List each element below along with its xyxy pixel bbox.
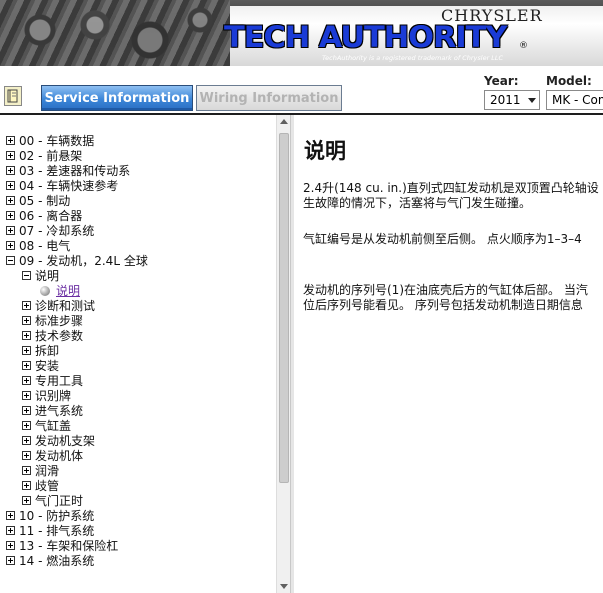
expand-icon[interactable] <box>6 136 15 145</box>
expand-icon[interactable] <box>6 241 15 250</box>
expand-icon[interactable] <box>6 541 15 550</box>
expand-icon[interactable] <box>6 151 15 160</box>
tree-item[interactable]: 02 - 前悬架 <box>6 148 82 163</box>
expand-icon[interactable] <box>6 181 15 190</box>
registered-mark: ® <box>519 41 528 51</box>
paragraph-line: 生故障的情况下，活塞将与气门发生碰撞。 <box>303 196 532 210</box>
expand-icon[interactable] <box>22 376 31 385</box>
tree-item[interactable]: 安装 <box>22 358 59 373</box>
navigation-tree: 00 - 车辆数据 02 - 前悬架 03 - 差速器和传动系 04 - 车辆快速参考… <box>0 115 276 593</box>
tree-item[interactable]: 10 - 防护系统 <box>6 508 94 523</box>
expand-icon[interactable] <box>22 301 31 310</box>
tree-item[interactable]: 04 - 车辆快速参考 <box>6 178 118 193</box>
tree-item[interactable]: 进气系统 <box>22 403 83 418</box>
model-label: Model: <box>546 74 592 88</box>
tree-item[interactable]: 识别牌 <box>22 388 71 403</box>
collapse-icon[interactable] <box>6 256 15 265</box>
year-value: 2011 <box>490 93 521 107</box>
trademark-note: TechAuthority is a registered trademark … <box>322 54 504 62</box>
expand-icon[interactable] <box>22 346 31 355</box>
expand-icon[interactable] <box>22 316 31 325</box>
tree-item[interactable]: 00 - 车辆数据 <box>6 133 94 148</box>
collapse-icon[interactable] <box>22 271 31 280</box>
expand-icon[interactable] <box>6 556 15 565</box>
tree-scrollbar[interactable] <box>276 115 290 593</box>
paragraph-line: 气缸编号是从发动机前侧至后侧。 点火顺序为1–3–4 <box>303 232 582 246</box>
tree-item[interactable]: 气门正时 <box>22 493 83 508</box>
scroll-up-icon[interactable] <box>280 119 288 124</box>
tree-item[interactable]: 说明 <box>22 268 59 283</box>
year-select[interactable]: 2011 <box>484 90 540 110</box>
paragraph-line: 2.4升(148 cu. in.)直列式四缸发动机是双顶置凸轮轴设 <box>303 181 599 195</box>
paragraph-firing-order: 气缸编号是从发动机前侧至后侧。 点火顺序为1–3–4 <box>303 232 582 247</box>
engine-photo <box>0 0 230 66</box>
year-label: Year: <box>484 74 519 88</box>
paragraph-engine-description: 2.4升(148 cu. in.)直列式四缸发动机是双顶置凸轮轴设 生故障的情况… <box>303 181 599 211</box>
expand-icon[interactable] <box>22 406 31 415</box>
expand-icon[interactable] <box>22 496 31 505</box>
tree-item[interactable]: 08 - 电气 <box>6 238 70 253</box>
expand-icon[interactable] <box>22 451 31 460</box>
scroll-thumb[interactable] <box>279 133 289 483</box>
tree-item[interactable]: 13 - 车架和保险杠 <box>6 538 118 553</box>
tree-item[interactable]: 09 - 发动机，2.4L 全球 <box>6 253 148 268</box>
tree-item[interactable]: 拆卸 <box>22 343 59 358</box>
paragraph-line: 位后序列号能看见。 序列号包括发动机制造日期信息 <box>303 298 583 312</box>
tree-item[interactable]: 说明 <box>40 283 80 298</box>
expand-icon[interactable] <box>22 481 31 490</box>
expand-icon[interactable] <box>6 166 15 175</box>
tree-item[interactable]: 歧管 <box>22 478 59 493</box>
content-pane: 说明 2.4升(148 cu. in.)直列式四缸发动机是双顶置凸轮轴设 生故障… <box>294 115 603 593</box>
tab-wiring-information[interactable]: Wiring Information <box>196 85 342 111</box>
tree-item[interactable]: 技术参数 <box>22 328 83 343</box>
expand-icon[interactable] <box>22 331 31 340</box>
tech-authority-logo: TECH AUTHORITY <box>224 20 507 54</box>
expand-icon[interactable] <box>6 211 15 220</box>
paragraph-line: 发动机的序列号(1)在油底壳后方的气缸体后部。 当汽 <box>303 283 588 297</box>
tree-item[interactable]: 发动机支架 <box>22 433 95 448</box>
tree-item[interactable]: 06 - 离合器 <box>6 208 82 223</box>
tree-item[interactable]: 14 - 燃油系统 <box>6 553 94 568</box>
chevron-down-icon <box>528 98 536 103</box>
tree-item[interactable]: 专用工具 <box>22 373 83 388</box>
model-select[interactable]: MK - Com <box>546 90 603 110</box>
tree-item[interactable]: 05 - 制动 <box>6 193 70 208</box>
page-title: 说明 <box>304 139 346 163</box>
expand-icon[interactable] <box>6 226 15 235</box>
document-bullet-icon <box>40 285 50 296</box>
expand-icon[interactable] <box>6 511 15 520</box>
expand-icon[interactable] <box>22 391 31 400</box>
toolbar: Service Information Wiring Information Y… <box>0 66 603 114</box>
tree-item[interactable]: 03 - 差速器和传动系 <box>6 163 130 178</box>
expand-icon[interactable] <box>22 436 31 445</box>
tree-item[interactable]: 标准步骤 <box>22 313 83 328</box>
tree-item[interactable]: 气缸盖 <box>22 418 71 433</box>
expand-icon[interactable] <box>6 196 15 205</box>
tree-item-label: 14 - 燃油系统 <box>19 554 95 568</box>
expand-icon[interactable] <box>22 466 31 475</box>
expand-icon[interactable] <box>6 526 15 535</box>
header-banner: CHRYSLER TECH AUTHORITY ® TechAuthority … <box>0 0 603 66</box>
book-glyph <box>7 89 18 103</box>
tree-item[interactable]: 11 - 排气系统 <box>6 523 94 538</box>
model-value: MK - Com <box>552 93 603 107</box>
expand-icon[interactable] <box>22 421 31 430</box>
tab-service-information[interactable]: Service Information <box>41 85 193 111</box>
expand-icon[interactable] <box>22 361 31 370</box>
tree-item[interactable]: 发动机体 <box>22 448 83 463</box>
tree-item[interactable]: 诊断和测试 <box>22 298 95 313</box>
paragraph-serial-number: 发动机的序列号(1)在油底壳后方的气缸体后部。 当汽 位后序列号能看见。 序列号… <box>303 283 588 313</box>
scroll-down-icon[interactable] <box>280 584 288 589</box>
book-icon[interactable] <box>4 86 22 106</box>
tree-item[interactable]: 润滑 <box>22 463 59 478</box>
tree-item[interactable]: 07 - 冷却系统 <box>6 223 94 238</box>
